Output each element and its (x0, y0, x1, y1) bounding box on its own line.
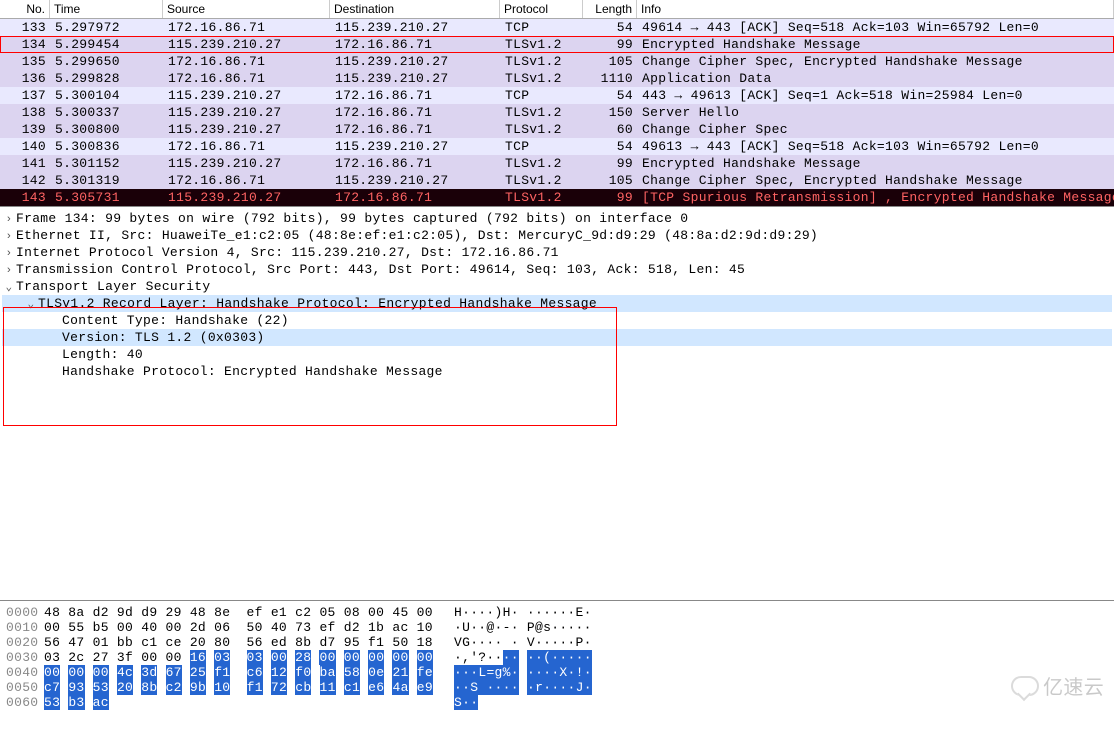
chevron-icon[interactable] (2, 245, 16, 260)
packet-row[interactable]: 1405.300836172.16.86.71115.239.210.27TCP… (0, 138, 1114, 155)
tree-content-type[interactable]: Content Type: Handshake (22) (2, 312, 1112, 329)
column-headers: No. Time Source Destination Protocol Len… (0, 0, 1114, 19)
tree-length[interactable]: Length: 40 (2, 346, 1112, 363)
tree-frame[interactable]: Frame 134: 99 bytes on wire (792 bits), … (2, 210, 1112, 227)
watermark: 亿速云 (1011, 671, 1104, 701)
packet-row[interactable]: 1395.300800115.239.210.27172.16.86.71TLS… (0, 121, 1114, 138)
hex-row[interactable]: 001000 55 b5 00 40 00 2d 06 50 40 73 ef … (6, 620, 1108, 635)
col-time[interactable]: Time (50, 0, 163, 18)
chevron-down-icon[interactable] (24, 296, 38, 311)
hex-dump: 000048 8a d2 9d d9 29 48 8e ef e1 c2 05 … (0, 601, 1114, 746)
packet-row[interactable]: 1365.299828172.16.86.71115.239.210.27TLS… (0, 70, 1114, 87)
chevron-icon[interactable] (2, 262, 16, 277)
col-no[interactable]: No. (0, 0, 50, 18)
hex-row[interactable]: 000048 8a d2 9d d9 29 48 8e ef e1 c2 05 … (6, 605, 1108, 620)
chevron-icon[interactable] (2, 228, 16, 243)
col-destination[interactable]: Destination (330, 0, 500, 18)
hex-row[interactable]: 006053 b3 acS·· (6, 695, 1108, 710)
tree-tls[interactable]: Transport Layer Security (2, 278, 1112, 295)
packet-row[interactable]: 1385.300337115.239.210.27172.16.86.71TLS… (0, 104, 1114, 121)
packet-details: Frame 134: 99 bytes on wire (792 bits), … (0, 207, 1114, 601)
chevron-down-icon[interactable] (2, 279, 16, 294)
packet-row[interactable]: 1435.305731115.239.210.27172.16.86.71TLS… (0, 189, 1114, 206)
packet-row[interactable]: 1375.300104115.239.210.27172.16.86.71TCP… (0, 87, 1114, 104)
tree-ethernet[interactable]: Ethernet II, Src: HuaweiTe_e1:c2:05 (48:… (2, 227, 1112, 244)
packet-row[interactable]: 1335.297972172.16.86.71115.239.210.27TCP… (0, 19, 1114, 36)
chevron-icon[interactable] (2, 211, 16, 226)
cloud-icon (1011, 676, 1039, 696)
col-source[interactable]: Source (163, 0, 330, 18)
hex-row[interactable]: 002056 47 01 bb c1 ce 20 80 56 ed 8b d7 … (6, 635, 1108, 650)
hex-row[interactable]: 0050c7 93 53 20 8b c2 9b 10 f1 72 cb 11 … (6, 680, 1108, 695)
col-protocol[interactable]: Protocol (500, 0, 583, 18)
packet-row[interactable]: 1345.299454115.239.210.27172.16.86.71TLS… (0, 36, 1114, 53)
tree-ip[interactable]: Internet Protocol Version 4, Src: 115.23… (2, 244, 1112, 261)
col-info[interactable]: Info (637, 0, 1114, 18)
tree-version[interactable]: Version: TLS 1.2 (0x0303) (2, 329, 1112, 346)
hex-row[interactable]: 003003 2c 27 3f 00 00 16 03 03 00 28 00 … (6, 650, 1108, 665)
packet-list: No. Time Source Destination Protocol Len… (0, 0, 1114, 207)
tree-handshake-proto[interactable]: Handshake Protocol: Encrypted Handshake … (2, 363, 1112, 380)
col-length[interactable]: Length (583, 0, 637, 18)
packet-row[interactable]: 1355.299650172.16.86.71115.239.210.27TLS… (0, 53, 1114, 70)
tree-tcp[interactable]: Transmission Control Protocol, Src Port:… (2, 261, 1112, 278)
packet-row[interactable]: 1415.301152115.239.210.27172.16.86.71TLS… (0, 155, 1114, 172)
packet-row[interactable]: 1425.301319172.16.86.71115.239.210.27TLS… (0, 172, 1114, 189)
hex-row[interactable]: 004000 00 00 4c 3d 67 25 f1 c6 12 f0 ba … (6, 665, 1108, 680)
tree-tls-record[interactable]: TLSv1.2 Record Layer: Handshake Protocol… (2, 295, 1112, 312)
